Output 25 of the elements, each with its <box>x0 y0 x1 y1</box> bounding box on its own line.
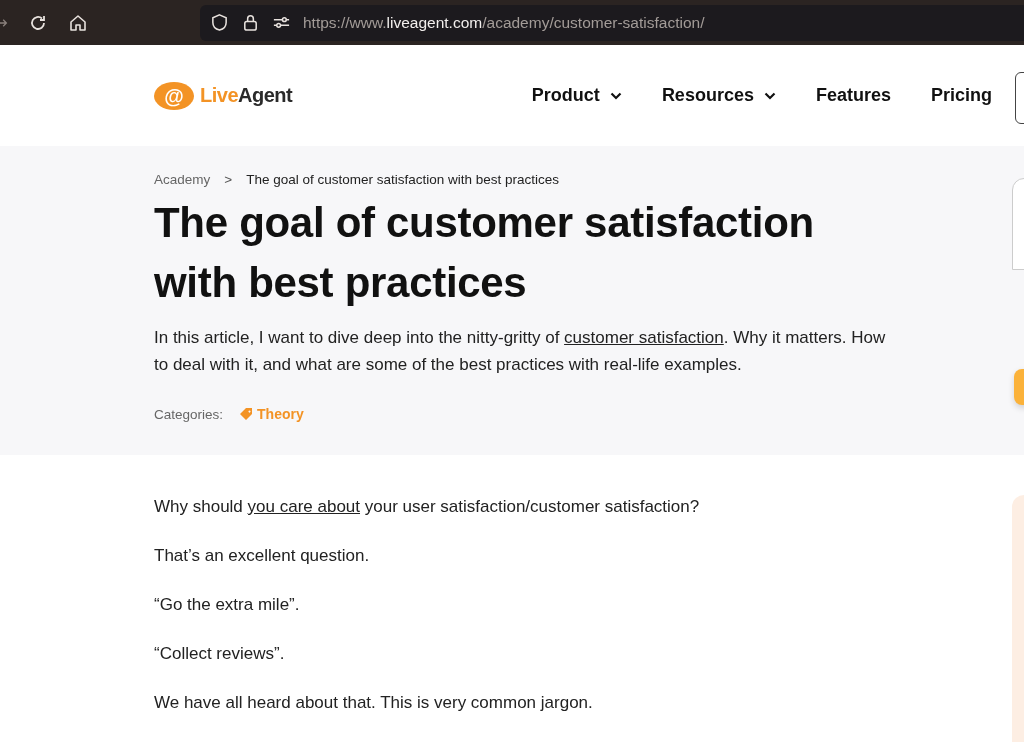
nav-link[interactable]: Product <box>531 85 622 106</box>
breadcrumb-current: The goal of customer satisfaction with best practices <box>246 172 560 187</box>
nav-link[interactable]: Resources <box>661 85 776 106</box>
address-bar[interactable]: https://www.liveagent.com/academy/customer-satisfaction/ <box>200 4 1024 41</box>
shield-icon[interactable] <box>210 13 229 32</box>
chevron-down-icon[interactable] <box>763 91 776 100</box>
nav-link[interactable]: Features <box>815 85 891 106</box>
paragraph: We have all heard about that. This is very common jargon. <box>154 693 594 713</box>
paragraph: “Go the extra mile”. <box>154 595 301 615</box>
paragraph: “Collect reviews”. <box>154 644 286 664</box>
tag-icon <box>239 407 254 421</box>
categories-label: Categories: <box>154 406 224 422</box>
inline-link[interactable]: customer satisfaction <box>564 328 724 347</box>
page-title: The goal of customer satisfaction with best practices <box>154 198 815 308</box>
breadcrumb-separator: > <box>224 172 233 187</box>
home-icon[interactable] <box>68 12 88 33</box>
paragraph: That’s an excellent question. <box>154 546 371 566</box>
breadcrumb-link[interactable]: Academy <box>154 172 211 187</box>
logo-text[interactable]: LiveAgent <box>200 84 293 107</box>
url-text: https://www.liveagent.com/academy/customer-satisfaction/ <box>303 13 705 32</box>
inline-link[interactable]: you care about <box>247 497 360 516</box>
lock-icon[interactable] <box>241 13 260 32</box>
chevron-down-icon[interactable] <box>609 91 622 100</box>
intro-paragraph: In this article, I want to dive deep into the nitty-gritty of customer satisfaction. Why it matters. How to deal with it, and what are some of the best practices with real-life examples. <box>154 327 887 376</box>
nav-link[interactable]: Pricing <box>931 85 992 106</box>
